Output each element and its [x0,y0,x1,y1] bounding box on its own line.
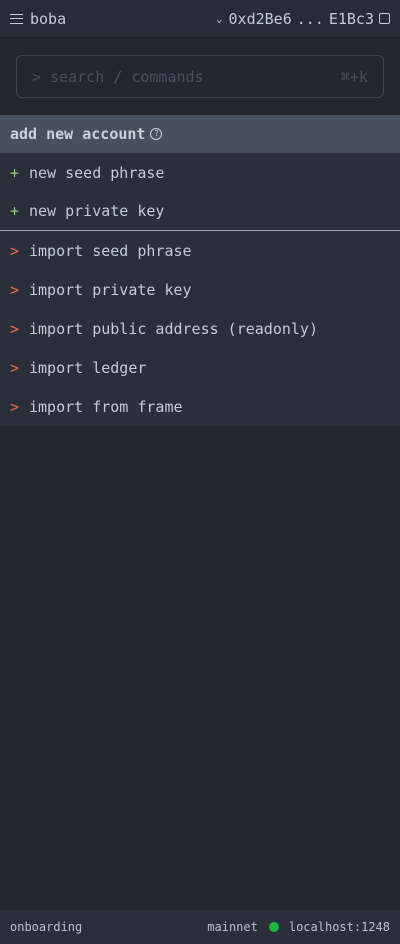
host-label: localhost:1248 [288,920,390,934]
search-shortcut: ⌘+k [340,67,368,86]
add-account-menu: add new account ? + new seed phrase + new … [0,115,400,426]
menu-item-new-private-key[interactable]: + new private key [0,192,400,231]
account-address-end[interactable]: E1Bc3 [329,10,374,28]
menu-item-new-seed-phrase[interactable]: + new seed phrase [0,153,400,192]
item-label: import from frame [29,397,183,416]
connection-status-icon [268,922,279,932]
section-heading: add new account ? [0,115,400,153]
menu-item-import-from-frame[interactable]: > import from frame [0,387,400,426]
item-label: import private key [29,280,192,299]
item-label: import seed phrase [29,241,192,260]
menu-icon[interactable] [10,13,23,24]
app-title: boba [30,9,67,28]
search-placeholder: > search / commands [32,67,204,86]
chevron-right-icon: > [10,280,20,299]
item-label: new private key [29,202,165,220]
menu-item-import-private-key[interactable]: > import private key [0,270,400,309]
menu-item-import-seed-phrase[interactable]: > import seed phrase [0,231,400,270]
item-label: import ledger [29,358,147,377]
menu-item-import-ledger[interactable]: > import ledger [0,348,400,387]
chevron-right-icon: > [10,241,20,260]
item-label: import public address (readonly) [29,319,318,338]
status-bar: onboarding mainnet localhost:1248 [0,910,400,944]
network-label[interactable]: mainnet [207,920,258,934]
chevron-right-icon: > [10,358,20,377]
help-icon[interactable]: ? [150,128,163,140]
copy-icon[interactable] [379,13,390,24]
section-title: add new account [10,125,146,143]
menu-item-import-public-address[interactable]: > import public address (readonly) [0,309,400,348]
search-input[interactable]: > search / commands ⌘+k [16,55,384,98]
item-label: new seed phrase [29,163,165,182]
plus-icon: + [10,163,20,182]
address-ellipsis: ... [296,9,324,28]
chevron-right-icon: > [10,397,20,416]
chevron-down-icon[interactable]: ⌄ [216,12,223,25]
chevron-right-icon: > [10,319,20,338]
plus-icon: + [10,202,20,220]
account-address-start[interactable]: 0xd2Be6 [229,10,292,28]
mode-label: onboarding [10,920,83,934]
header: boba ⌄ 0xd2Be6 ... E1Bc3 [0,0,400,38]
